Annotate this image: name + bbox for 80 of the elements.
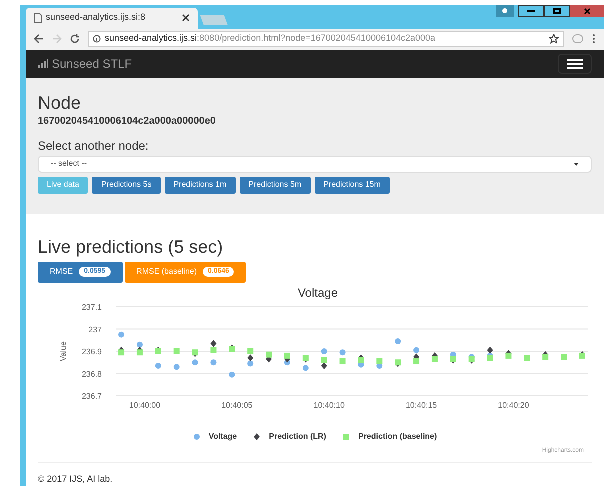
brand-link[interactable]: Sunseed STLF: [52, 54, 132, 72]
prediction-lr-marker: [487, 346, 494, 354]
menu-dots-icon[interactable]: [592, 34, 596, 44]
prediction-lr-marker: [210, 340, 217, 347]
browser-tab[interactable]: sunseed-analytics.ijs.si:8: [26, 8, 198, 29]
x-tick-label: 10:40:10: [314, 400, 345, 410]
x-tick-label: 10:40:15: [406, 400, 438, 410]
close-icon[interactable]: [182, 14, 190, 22]
legend-marker-icon: [194, 434, 200, 440]
info-icon: [93, 35, 101, 44]
node-heading: Node: [38, 92, 82, 114]
prediction-baseline-marker: [340, 358, 346, 364]
tab-title: sunseed-analytics.ijs.si:8: [46, 11, 147, 24]
star-icon[interactable]: [549, 34, 559, 44]
voltage-marker: [174, 364, 180, 370]
prediction-baseline-marker: [506, 352, 512, 358]
voltage-marker: [192, 359, 198, 366]
legend-label[interactable]: Prediction (baseline): [358, 430, 438, 442]
x-tick-label: 10:40:20: [498, 400, 530, 410]
voltage-marker: [155, 362, 162, 368]
voltage-marker: [229, 371, 236, 378]
footer-text: © 2017 IJS, AI lab.: [38, 472, 114, 486]
y-tick-label: 237.1: [82, 302, 102, 312]
prediction-lr-marker: [248, 354, 254, 362]
voltage-marker: [302, 364, 309, 371]
legend-label[interactable]: Voltage: [208, 430, 238, 442]
chart-title: Voltage: [298, 286, 338, 300]
close-icon: [584, 8, 590, 14]
prediction-baseline-marker: [321, 356, 328, 363]
y-tick-label: 236.8: [82, 369, 102, 378]
legend-marker-icon: [343, 434, 350, 440]
page-icon: [34, 13, 42, 24]
section-title: Live predictions (5 sec): [38, 236, 224, 258]
prediction-baseline-marker: [561, 354, 568, 360]
node-select[interactable]: -- select --: [38, 156, 592, 172]
mode-button[interactable]: Predictions 5s: [92, 176, 161, 194]
address-bar[interactable]: sunseed-analytics.ijs.si:8080/prediction.html?node=167002045410006104c2a000a: [88, 31, 564, 48]
x-tick-label: 10:40:00: [129, 400, 161, 410]
legend-marker-icon: [254, 433, 260, 440]
x-tick-label: 10:40:05: [222, 400, 253, 410]
voltage-marker: [136, 341, 143, 348]
voltage-marker: [340, 349, 346, 356]
user-button[interactable]: [496, 5, 514, 17]
metric-label: RMSE: [50, 266, 74, 278]
legend-label[interactable]: Prediction (LR): [269, 430, 326, 442]
prediction-baseline-marker: [376, 358, 383, 364]
voltage-marker: [118, 331, 125, 338]
prediction-baseline-marker: [524, 354, 530, 361]
prediction-baseline-marker: [174, 348, 180, 354]
prediction-lr-marker: [321, 362, 328, 369]
select-label: Select another node:: [38, 138, 150, 154]
back-icon[interactable]: [34, 34, 44, 44]
close-window-button[interactable]: [570, 5, 604, 17]
signal-bars-icon: [38, 59, 48, 68]
mode-button[interactable]: Predictions 15m: [314, 176, 390, 194]
node-id: 167002045410006104c2a000a00000e0: [38, 114, 217, 128]
voltage-marker: [395, 338, 402, 344]
mode-button[interactable]: Predictions 5m: [240, 176, 311, 194]
voltage-marker: [248, 360, 254, 366]
y-tick-label: 236.7: [82, 392, 102, 400]
prediction-baseline-marker: [210, 346, 217, 353]
metric-label: RMSE (baseline): [136, 266, 198, 278]
voltage-marker: [210, 359, 217, 366]
url-text: sunseed-analytics.ijs.si:8080/prediction.html?node=167002045410006104c2a000a: [105, 32, 437, 46]
voltage-marker: [321, 348, 328, 354]
prediction-baseline-marker: [284, 352, 290, 358]
y-axis-title: Value: [59, 341, 68, 361]
y-tick-label: 237: [88, 324, 102, 334]
y-tick-label: 236.9: [82, 347, 102, 356]
prediction-baseline-marker: [358, 356, 364, 363]
menu-button[interactable]: [558, 54, 592, 74]
minimize-button[interactable]: [518, 5, 544, 17]
user-icon: [502, 8, 508, 14]
prediction-baseline-marker: [579, 352, 586, 358]
reload-icon[interactable]: [70, 34, 80, 44]
voltage-marker: [414, 346, 420, 353]
mode-button[interactable]: Predictions 1m: [164, 176, 236, 194]
dropdown-caret-icon: [574, 162, 579, 166]
prediction-baseline-marker: [248, 348, 254, 354]
maximize-button[interactable]: [544, 5, 570, 17]
